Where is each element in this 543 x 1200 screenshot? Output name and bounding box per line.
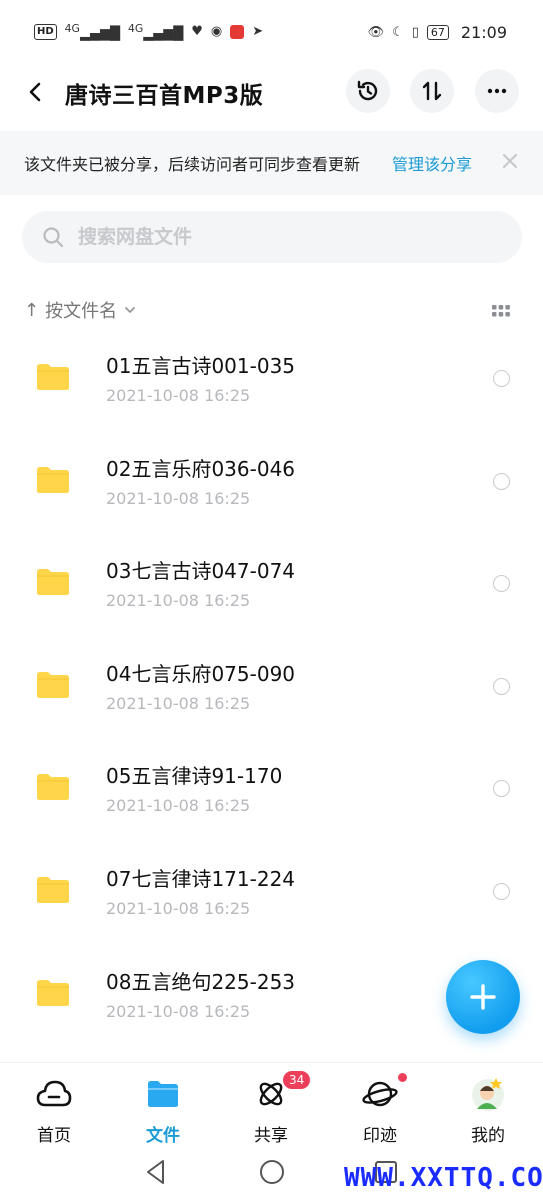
file-name: 05五言律诗91-170: [106, 764, 283, 789]
watermark-text: WWW.XXTTQ.COM: [344, 1163, 543, 1193]
status-time: 21:09: [460, 22, 507, 42]
folder-tab-icon: [148, 1081, 178, 1107]
plus-icon: [470, 984, 496, 1010]
tab-files[interactable]: 文件: [123, 1073, 203, 1146]
folder-icon: [37, 876, 69, 903]
atom-icon: [259, 1082, 283, 1106]
transfer-icon: [422, 81, 442, 101]
back-triangle-icon[interactable]: [143, 1158, 169, 1186]
search-icon: [43, 227, 64, 248]
file-date: 2021-10-08 16:25: [106, 693, 251, 713]
tab-mine[interactable]: 我的: [448, 1073, 528, 1146]
battery-icon: 67: [426, 24, 449, 40]
avatar: [472, 1078, 504, 1111]
vibrate-icon: ▯: [411, 24, 419, 40]
notification-dot: [398, 1073, 407, 1082]
tab-home[interactable]: 首页: [14, 1073, 94, 1146]
list-item[interactable]: 07七言律诗171-224 2021-10-08 16:25: [0, 843, 543, 946]
file-name: 04七言乐府075-090: [106, 661, 296, 686]
search-input[interactable]: [78, 226, 458, 248]
select-checkbox[interactable]: [493, 677, 510, 695]
tab-label: 文件: [146, 1126, 180, 1146]
tab-share[interactable]: 34 共享: [231, 1071, 311, 1146]
share-count-badge: 34: [283, 1071, 311, 1089]
tab-label: 共享: [254, 1126, 288, 1146]
status-bar: HD 4G▂▄▆█ 4G▂▄▆█ ♥ ◉ ➤ 👁 ☾ ▯ 67 21:09: [0, 0, 543, 64]
close-icon[interactable]: [500, 151, 520, 171]
app-screen: HD 4G▂▄▆█ 4G▂▄▆█ ♥ ◉ ➤ 👁 ☾ ▯ 67 21:09 唐诗…: [0, 0, 543, 1200]
file-name: 03七言古诗047-074: [106, 559, 296, 584]
search-bar[interactable]: [22, 211, 522, 263]
page-title: 唐诗三百首MP3版: [65, 83, 264, 109]
navigation-icon: ➤: [252, 24, 264, 40]
status-right: 👁 ☾ ▯ 67 21:09: [368, 23, 507, 42]
tab-label: 我的: [471, 1126, 505, 1146]
add-button[interactable]: [446, 960, 520, 1034]
tab-label: 首页: [37, 1126, 71, 1146]
header-bar: 唐诗三百首MP3版: [0, 64, 543, 130]
file-name: 07七言律诗171-224: [106, 866, 296, 891]
file-date: 2021-10-08 16:25: [106, 796, 251, 816]
share-banner: 该文件夹已被分享，后续访问者可同步查看更新 管理该分享: [0, 131, 543, 195]
file-date: 2021-10-08 16:25: [106, 386, 251, 405]
file-name: 08五言绝句225-253: [106, 969, 296, 994]
list-item[interactable]: 04七言乐府075-090 2021-10-08 16:25: [0, 638, 543, 741]
back-arrow-icon[interactable]: [24, 80, 48, 104]
manage-share-link[interactable]: 管理该分享: [392, 151, 472, 175]
list-item[interactable]: 01五言古诗001-035 2021-10-08 16:25: [0, 330, 543, 433]
select-checkbox[interactable]: [493, 370, 510, 387]
list-item[interactable]: 03七言古诗047-074 2021-10-08 16:25: [0, 535, 543, 638]
select-checkbox[interactable]: [493, 472, 510, 490]
file-date: 2021-10-08 16:25: [106, 1001, 251, 1021]
status-left: HD 4G▂▄▆█ 4G▂▄▆█ ♥ ◉ ➤: [34, 21, 264, 42]
folder-icon: [37, 466, 69, 493]
planet-icon: [362, 1081, 398, 1107]
bottom-nav: 首页 文件 34 共享 印迹 我的: [0, 1062, 543, 1154]
file-list: 01五言古诗001-035 2021-10-08 16:25 02五言乐府036…: [0, 330, 543, 1048]
folder-icon: [37, 979, 69, 1006]
list-item[interactable]: 05五言律诗91-170 2021-10-08 16:25: [0, 740, 543, 843]
more-button[interactable]: [475, 69, 519, 113]
red-app-icon: [230, 24, 245, 39]
history-icon: [357, 80, 378, 101]
hd-icon: HD: [34, 23, 57, 40]
folder-icon: [37, 364, 69, 390]
moon-icon: ☾: [392, 24, 404, 40]
signal-4g-icon: 4G▂▄▆█: [127, 21, 184, 42]
home-circle-icon[interactable]: [258, 1158, 286, 1186]
sort-arrow-icon: ↑: [24, 299, 40, 321]
select-checkbox[interactable]: [493, 882, 510, 900]
file-name: 01五言古诗001-035: [106, 354, 296, 378]
select-checkbox[interactable]: [493, 575, 510, 593]
signal-4g-icon: 4G▂▄▆█: [64, 21, 120, 42]
wechat-icon: ◉: [210, 24, 223, 40]
transfer-sort-button[interactable]: [410, 69, 454, 113]
folder-icon: [37, 671, 69, 698]
tab-traces[interactable]: 印迹: [340, 1073, 420, 1146]
file-date: 2021-10-08 16:25: [106, 488, 251, 508]
select-checkbox[interactable]: [493, 780, 510, 798]
share-banner-text: 该文件夹已被分享，后续访问者可同步查看更新: [24, 155, 361, 174]
eye-icon: 👁: [367, 24, 385, 40]
tab-label: 印迹: [363, 1126, 397, 1146]
more-icon: [487, 88, 507, 94]
sort-selector[interactable]: ↑ 按文件名: [24, 292, 137, 328]
folder-icon: [37, 569, 69, 596]
history-button[interactable]: [346, 69, 390, 113]
sort-label: 按文件名: [45, 301, 118, 322]
file-name: 02五言乐府036-046: [106, 456, 296, 481]
folder-icon: [37, 774, 69, 801]
list-item[interactable]: 02五言乐府036-046 2021-10-08 16:25: [0, 433, 543, 536]
health-icon: ♥: [191, 24, 203, 40]
cloud-icon: [36, 1080, 72, 1107]
file-date: 2021-10-08 16:25: [106, 591, 251, 611]
file-date: 2021-10-08 16:25: [106, 898, 251, 918]
chevron-down-icon: [125, 307, 135, 313]
grid-view-icon[interactable]: [490, 300, 512, 322]
